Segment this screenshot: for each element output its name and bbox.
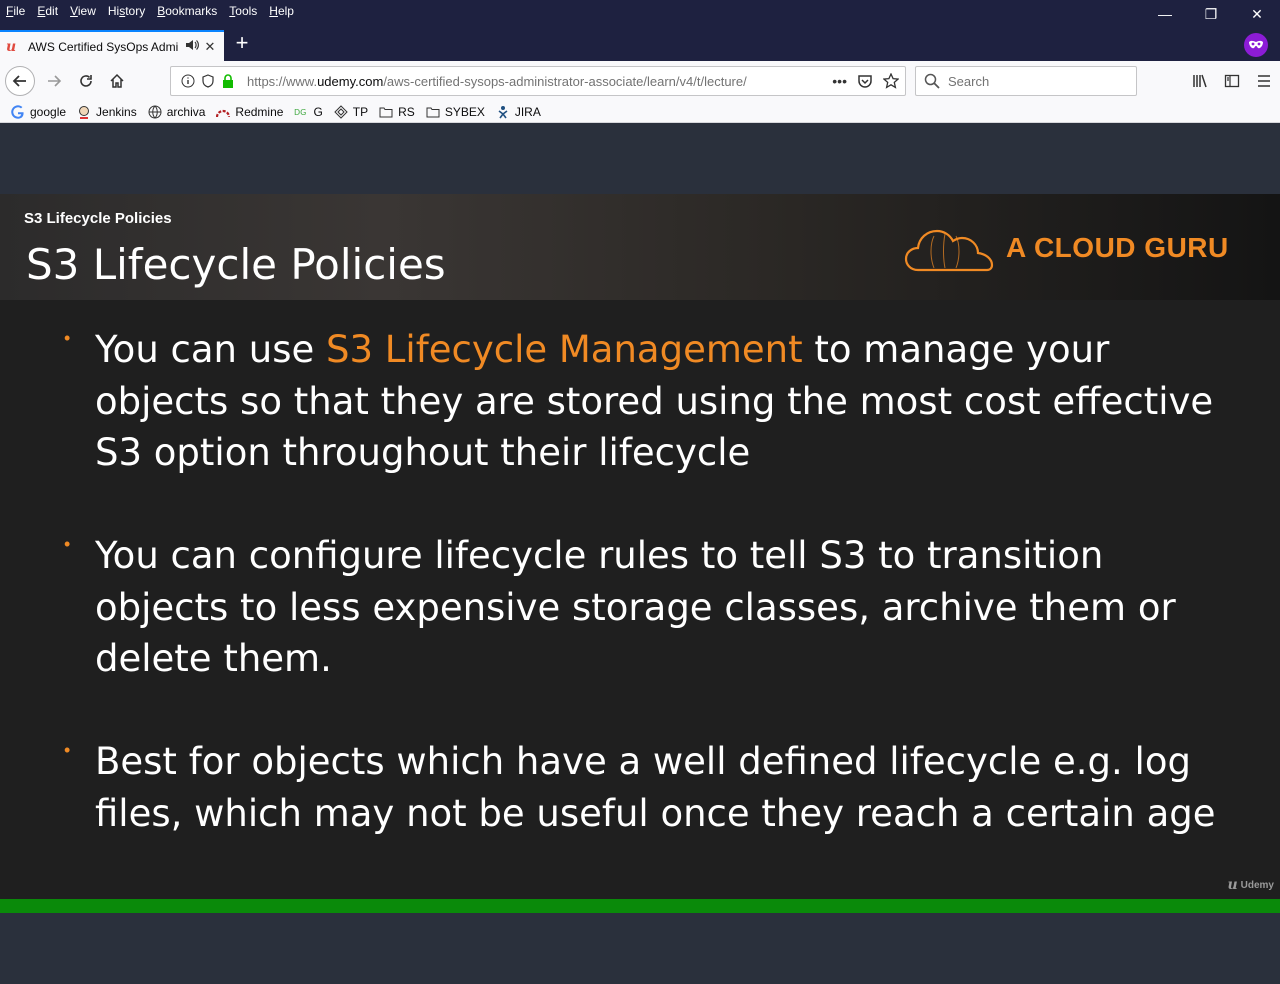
cloud-logo-icon — [904, 229, 994, 272]
menu-view[interactable]: View — [64, 1, 102, 21]
udemy-logo-icon: u — [1227, 877, 1238, 893]
lock-icon[interactable] — [219, 73, 237, 89]
speaker-icon[interactable] — [184, 39, 200, 54]
hamburger-menu-icon[interactable] — [1248, 67, 1280, 95]
new-tab-button[interactable]: + — [230, 32, 254, 56]
slide-header: S3 Lifecycle Policies S3 Lifecycle Polic… — [0, 194, 1280, 300]
close-window-button[interactable]: ✕ — [1234, 0, 1280, 28]
search-input[interactable]: Search — [915, 66, 1137, 96]
title-bar: File Edit View History Bookmarks Tools Help — … — [0, 0, 1280, 28]
udemy-watermark: u Udemy — [1227, 877, 1274, 893]
sidebar-icon[interactable] — [1216, 67, 1248, 95]
forward-button[interactable] — [40, 67, 68, 95]
bullet-dot: • — [64, 534, 71, 554]
globe-icon — [147, 104, 163, 120]
redmine-icon — [215, 104, 231, 120]
bullet-text: You can configure lifecycle rules to tel… — [95, 534, 1176, 680]
video-progress-bar[interactable] — [0, 899, 1280, 913]
toolbar-right — [1184, 67, 1280, 95]
bookmark-label: Jenkins — [96, 104, 137, 119]
udemy-favicon-icon: u — [6, 38, 17, 55]
search-placeholder: Search — [948, 73, 990, 89]
home-button[interactable] — [103, 67, 131, 95]
slide-section-label: S3 Lifecycle Policies — [24, 210, 172, 227]
bullet-text: Best for objects which have a well defin… — [95, 740, 1216, 835]
reload-button[interactable] — [72, 67, 100, 95]
bookmark-tp[interactable]: TP — [333, 104, 368, 120]
tracking-shield-icon[interactable] — [199, 73, 217, 89]
bullet-dot: • — [64, 328, 71, 348]
bullet-dot: • — [64, 740, 71, 760]
library-icon[interactable] — [1184, 67, 1216, 95]
tab-title: AWS Certified SysOps Admi — [28, 39, 179, 54]
video-player[interactable]: S3 Lifecycle Policies S3 Lifecycle Polic… — [0, 124, 1280, 984]
bookmark-label: RS — [398, 104, 415, 119]
page-actions-icon[interactable]: ••• — [832, 73, 847, 92]
menu-file[interactable]: File — [0, 1, 31, 21]
jenkins-icon — [76, 104, 92, 120]
bookmark-label: SYBEX — [444, 104, 485, 119]
bookmarks-toolbar: google Jenkins archiva Redmine DG G TP RS SYBEX J… — [0, 101, 1280, 123]
info-icon[interactable] — [179, 73, 197, 89]
minimize-button[interactable]: — — [1142, 0, 1188, 28]
bookmark-sybex[interactable]: SYBEX — [425, 104, 485, 120]
back-button[interactable] — [5, 66, 35, 96]
bookmark-rs[interactable]: RS — [378, 104, 415, 120]
navigation-toolbar: https://www.udemy.com/aws-certified-syso… — [0, 61, 1280, 101]
folder-icon — [425, 104, 441, 120]
private-browsing-icon — [1244, 33, 1268, 57]
window-controls: — ❐ ✕ — [1142, 0, 1280, 28]
acloudguru-logo: A CLOUD GURU — [904, 222, 1229, 274]
tab-strip: u AWS Certified SysOps Admi ✕ + — [0, 28, 1280, 61]
bookmark-g[interactable]: DG G — [293, 104, 322, 120]
menu-tools[interactable]: Tools — [223, 1, 263, 21]
menu-history[interactable]: History — [102, 1, 151, 21]
restore-button[interactable]: ❐ — [1188, 0, 1234, 28]
tab-close-icon[interactable]: ✕ — [202, 39, 218, 55]
bookmark-google[interactable]: google — [10, 104, 66, 120]
google-icon — [10, 104, 26, 120]
folder-icon — [378, 104, 394, 120]
menu-bar: File Edit View History Bookmarks Tools Help — [0, 0, 300, 22]
tp-icon — [333, 104, 349, 120]
svg-text:DG: DG — [294, 108, 306, 117]
url-text[interactable]: https://www.udemy.com/aws-certified-syso… — [247, 74, 787, 89]
bullet-highlight: S3 Lifecycle Management — [326, 328, 803, 371]
bookmark-redmine[interactable]: Redmine — [215, 104, 283, 120]
menu-help[interactable]: Help — [263, 1, 300, 21]
bookmark-archiva[interactable]: archiva — [147, 104, 206, 120]
bookmark-label: JIRA — [514, 104, 541, 119]
url-bar[interactable]: https://www.udemy.com/aws-certified-syso… — [170, 66, 906, 96]
jira-icon — [495, 104, 511, 120]
lecture-slide: S3 Lifecycle Policies S3 Lifecycle Polic… — [0, 194, 1280, 899]
menu-bookmarks[interactable]: Bookmarks — [151, 1, 223, 21]
logo-text: A CLOUD GURU — [1006, 232, 1229, 263]
bookmark-label: google — [30, 104, 67, 119]
bookmark-label: G — [313, 104, 323, 119]
bookmark-label: Redmine — [235, 104, 284, 119]
dg-icon: DG — [293, 104, 309, 120]
bookmark-jira[interactable]: JIRA — [495, 104, 541, 120]
bookmark-jenkins[interactable]: Jenkins — [76, 104, 137, 120]
bullet-text: You can use S3 Lifecycle Management to m… — [95, 328, 1214, 474]
menu-edit[interactable]: Edit — [31, 1, 64, 21]
bookmark-star-icon[interactable] — [882, 72, 900, 92]
bookmark-label: archiva — [166, 104, 206, 119]
bookmark-label: TP — [352, 104, 369, 119]
tab-active[interactable]: u AWS Certified SysOps Admi ✕ — [0, 30, 224, 61]
slide-title: S3 Lifecycle Policies — [26, 240, 446, 289]
search-icon — [924, 73, 940, 89]
pocket-icon[interactable] — [857, 73, 873, 92]
